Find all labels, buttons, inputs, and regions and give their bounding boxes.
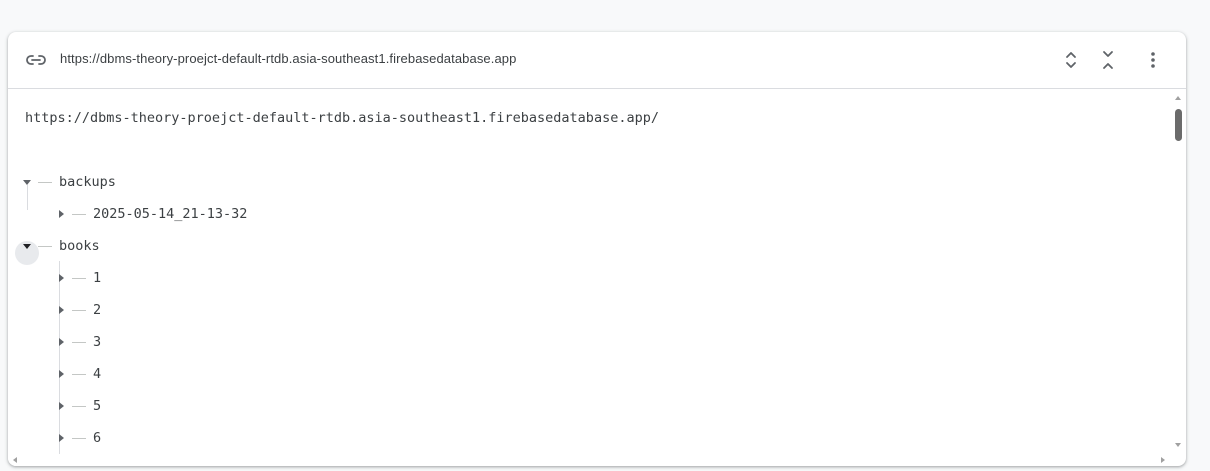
caret-down-icon[interactable] <box>20 239 34 253</box>
caret-down-icon[interactable] <box>20 175 34 189</box>
tree-node-key[interactable]: books <box>59 238 100 254</box>
tree-node-book-6[interactable]: 6 <box>54 427 101 449</box>
scroll-right-icon[interactable] <box>1158 454 1168 466</box>
tree-connector <box>72 373 86 375</box>
caret-right-icon[interactable] <box>54 431 68 445</box>
unfold-less-icon <box>1103 51 1113 69</box>
scroll-down-icon[interactable] <box>1170 440 1186 450</box>
caret-right-icon[interactable] <box>54 399 68 413</box>
scroll-left-icon[interactable] <box>10 454 20 466</box>
tree-connector <box>38 181 52 183</box>
more-options-button[interactable] <box>1139 46 1167 74</box>
tree-node-backup-entry[interactable]: 2025-05-14_21-13-32 <box>54 203 247 225</box>
database-url: https://dbms-theory-proejct-default-rtdb… <box>60 51 517 66</box>
tree-node-books[interactable]: books <box>20 235 100 257</box>
tree-node-key[interactable]: 4 <box>93 366 101 382</box>
link-icon <box>26 51 46 69</box>
tree-connector <box>72 277 86 279</box>
tree-node-book-2[interactable]: 2 <box>54 299 101 321</box>
tree-node-book-1[interactable]: 1 <box>54 267 101 289</box>
scroll-up-icon[interactable] <box>1170 93 1186 103</box>
tree-connector <box>72 341 86 343</box>
unfold-more-icon <box>1066 52 1076 68</box>
caret-right-icon[interactable] <box>54 335 68 349</box>
scroll-thumb[interactable] <box>1175 109 1182 141</box>
tree-node-book-5[interactable]: 5 <box>54 395 101 417</box>
caret-right-icon[interactable] <box>54 271 68 285</box>
tree-node-backups[interactable]: backups <box>20 171 116 193</box>
data-tree: https://dbms-theory-proejct-default-rtdb… <box>8 89 1170 454</box>
toolbar: https://dbms-theory-proejct-default-rtdb… <box>8 32 1186 89</box>
tree-root-url[interactable]: https://dbms-theory-proejct-default-rtdb… <box>25 110 659 126</box>
tree-node-key[interactable]: 5 <box>93 398 101 414</box>
caret-right-icon[interactable] <box>54 303 68 317</box>
database-panel: https://dbms-theory-proejct-default-rtdb… <box>8 32 1186 466</box>
tree-node-key[interactable]: backups <box>59 174 116 190</box>
vertical-scrollbar[interactable] <box>1170 89 1186 454</box>
tree-node-key[interactable]: 2 <box>93 302 101 318</box>
tree-node-book-3[interactable]: 3 <box>54 331 101 353</box>
tree-connector <box>72 405 86 407</box>
tree-connector <box>72 213 86 215</box>
tree-connector <box>38 245 52 247</box>
caret-right-icon[interactable] <box>54 367 68 381</box>
collapse-all-button[interactable] <box>1094 46 1122 74</box>
more-vert-icon <box>1151 52 1155 68</box>
tree-connector <box>72 437 86 439</box>
tree-guide-line <box>59 261 60 454</box>
horizontal-scrollbar[interactable] <box>8 454 1170 466</box>
caret-right-icon[interactable] <box>54 207 68 221</box>
tree-connector <box>72 309 86 311</box>
expand-all-button[interactable] <box>1057 46 1085 74</box>
tree-node-key[interactable]: 6 <box>93 430 101 446</box>
tree-node-key[interactable]: 1 <box>93 270 101 286</box>
tree-node-key[interactable]: 2025-05-14_21-13-32 <box>93 206 247 222</box>
tree-node-book-4[interactable]: 4 <box>54 363 101 385</box>
tree-node-key[interactable]: 3 <box>93 334 101 350</box>
